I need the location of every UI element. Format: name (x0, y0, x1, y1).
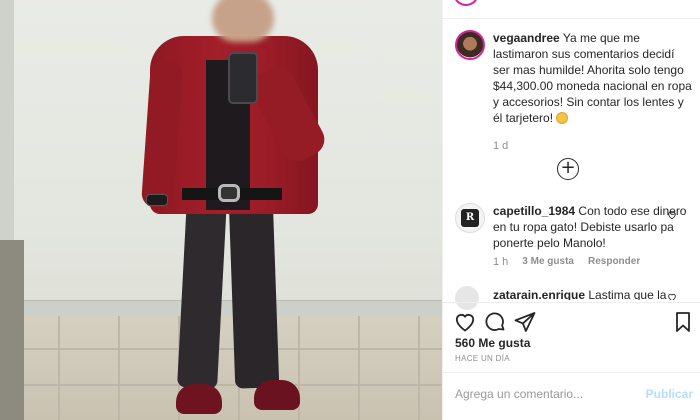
commenter-avatar[interactable]: R (455, 203, 485, 233)
comment-1-reply-button[interactable]: Responder (588, 256, 640, 268)
owner-caption: vegaandree Ya me que me lastimaron sus c… (493, 30, 693, 126)
comment-input[interactable] (455, 382, 639, 406)
comment-1-likes[interactable]: 3 Me gusta (522, 256, 574, 268)
wristwatch (146, 194, 168, 206)
owner-caption-time[interactable]: 1 d (493, 140, 508, 152)
left-shoe (176, 384, 222, 414)
owner-username[interactable]: vegaandree (493, 31, 560, 45)
owner-caption-text: Ya me que me lastimaron sus comentarios … (493, 31, 692, 125)
person-figure (0, 0, 442, 420)
commenter-2-avatar[interactable] (455, 286, 479, 310)
comment-1-username[interactable]: capetillo_1984 (493, 204, 575, 218)
belt-buckle (218, 184, 240, 202)
plus-circle-icon[interactable]: + (557, 158, 579, 180)
commenter-logo-icon: R (461, 209, 479, 227)
paper-plane-icon[interactable] (513, 310, 537, 334)
comment-bubble-icon[interactable] (483, 310, 507, 334)
comment-like-heart-icon[interactable] (667, 210, 677, 220)
actions-divider (443, 302, 700, 303)
header-avatar[interactable] (453, 0, 479, 6)
comment-2-text: Lastima que la (588, 288, 667, 300)
comment-1-meta: 1 h 3 Me gusta Responder (493, 256, 640, 268)
right-leg (228, 197, 280, 389)
comment-1: capetillo_1984 Con todo ese dinero en tu… (493, 203, 689, 251)
pensive-face-emoji-icon (556, 112, 569, 124)
blurred-head (212, 0, 274, 42)
heart-icon[interactable] (453, 310, 477, 334)
bookmark-icon[interactable] (671, 310, 695, 334)
smartphone (228, 52, 258, 104)
post-action-bar (453, 310, 693, 336)
likes-count[interactable]: 560 Me gusta (455, 336, 530, 350)
comment-2-like-heart-icon[interactable] (667, 292, 677, 300)
comment-2: zatarain.enrique Lastima que la (493, 288, 689, 300)
post-photo[interactable] (0, 0, 442, 420)
owner-avatar[interactable] (455, 30, 485, 60)
comment-2-username[interactable]: zatarain.enrique (493, 288, 585, 300)
input-divider (443, 372, 700, 373)
left-leg (177, 197, 227, 389)
comments-panel: vegaandree Ya me que me lastimaron sus c… (442, 0, 700, 420)
posted-time[interactable]: HACE UN DÍA (455, 354, 510, 363)
publish-button[interactable]: Publicar (645, 382, 693, 406)
comment-1-time[interactable]: 1 h (493, 256, 508, 268)
right-shoe (254, 380, 300, 410)
header-divider (443, 18, 700, 19)
